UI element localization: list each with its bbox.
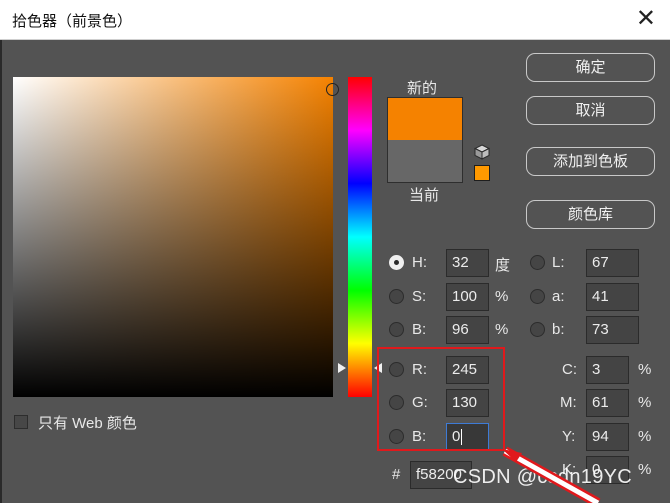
window-edge [0,40,2,503]
c-unit: % [638,361,652,378]
c-label: C: [562,361,577,378]
web-only-checkbox[interactable] [14,415,28,429]
y-field[interactable]: 94 [586,423,629,451]
y-unit: % [638,428,652,445]
cancel-button[interactable]: 取消 [526,96,655,125]
current-color-label: 当前 [409,187,440,204]
radio-l[interactable] [530,255,545,270]
m-unit: % [638,394,652,411]
lab-b-label: b: [552,321,565,338]
s-label: S: [412,288,427,305]
radio-a[interactable] [530,289,545,304]
a-label: a: [552,288,565,305]
ok-button[interactable]: 确定 [526,53,655,82]
hue-slider-handle-left[interactable] [338,363,346,373]
m-field[interactable]: 61 [586,389,629,417]
m-label: M: [560,394,577,411]
radio-b-brightness[interactable] [389,322,404,337]
add-to-swatches-button[interactable]: 添加到色板 [526,147,655,176]
s-unit: % [495,288,509,305]
web-safe-cube-icon[interactable] [474,144,490,160]
hex-label: # [392,466,401,483]
web-only-label: 只有 Web 颜色 [38,415,137,432]
radio-h[interactable] [389,255,404,270]
l-label: L: [552,254,565,271]
title-bar: 拾色器（前景色） ✕ [0,0,670,40]
b-brightness-label: B: [412,321,427,338]
c-field[interactable]: 3 [586,356,629,384]
h-field[interactable]: 32 [446,249,489,277]
color-field-cursor[interactable] [326,83,339,96]
l-field[interactable]: 67 [586,249,639,277]
current-color-swatch[interactable] [387,140,463,183]
radio-lab-b[interactable] [530,322,545,337]
color-libraries-button[interactable]: 颜色库 [526,200,655,229]
b-brightness-unit: % [495,321,509,338]
web-safe-color-swatch[interactable] [474,165,490,181]
radio-s[interactable] [389,289,404,304]
color-field[interactable] [13,77,333,397]
close-icon[interactable]: ✕ [636,6,656,32]
a-field[interactable]: 41 [586,283,639,311]
h-label: H: [412,254,427,271]
lab-b-field[interactable]: 73 [586,316,639,344]
s-field[interactable]: 100 [446,283,489,311]
k-unit: % [638,461,652,478]
b-brightness-field[interactable]: 96 [446,316,489,344]
new-color-swatch [387,97,463,140]
window-title: 拾色器（前景色） [12,13,133,30]
rgb-highlight-box [377,347,505,451]
h-unit: 度 [495,257,511,274]
watermark: CSDN @csdn19YC [453,466,633,488]
y-label: Y: [562,428,576,445]
new-color-label: 新的 [407,80,438,97]
hue-slider[interactable] [348,77,372,397]
